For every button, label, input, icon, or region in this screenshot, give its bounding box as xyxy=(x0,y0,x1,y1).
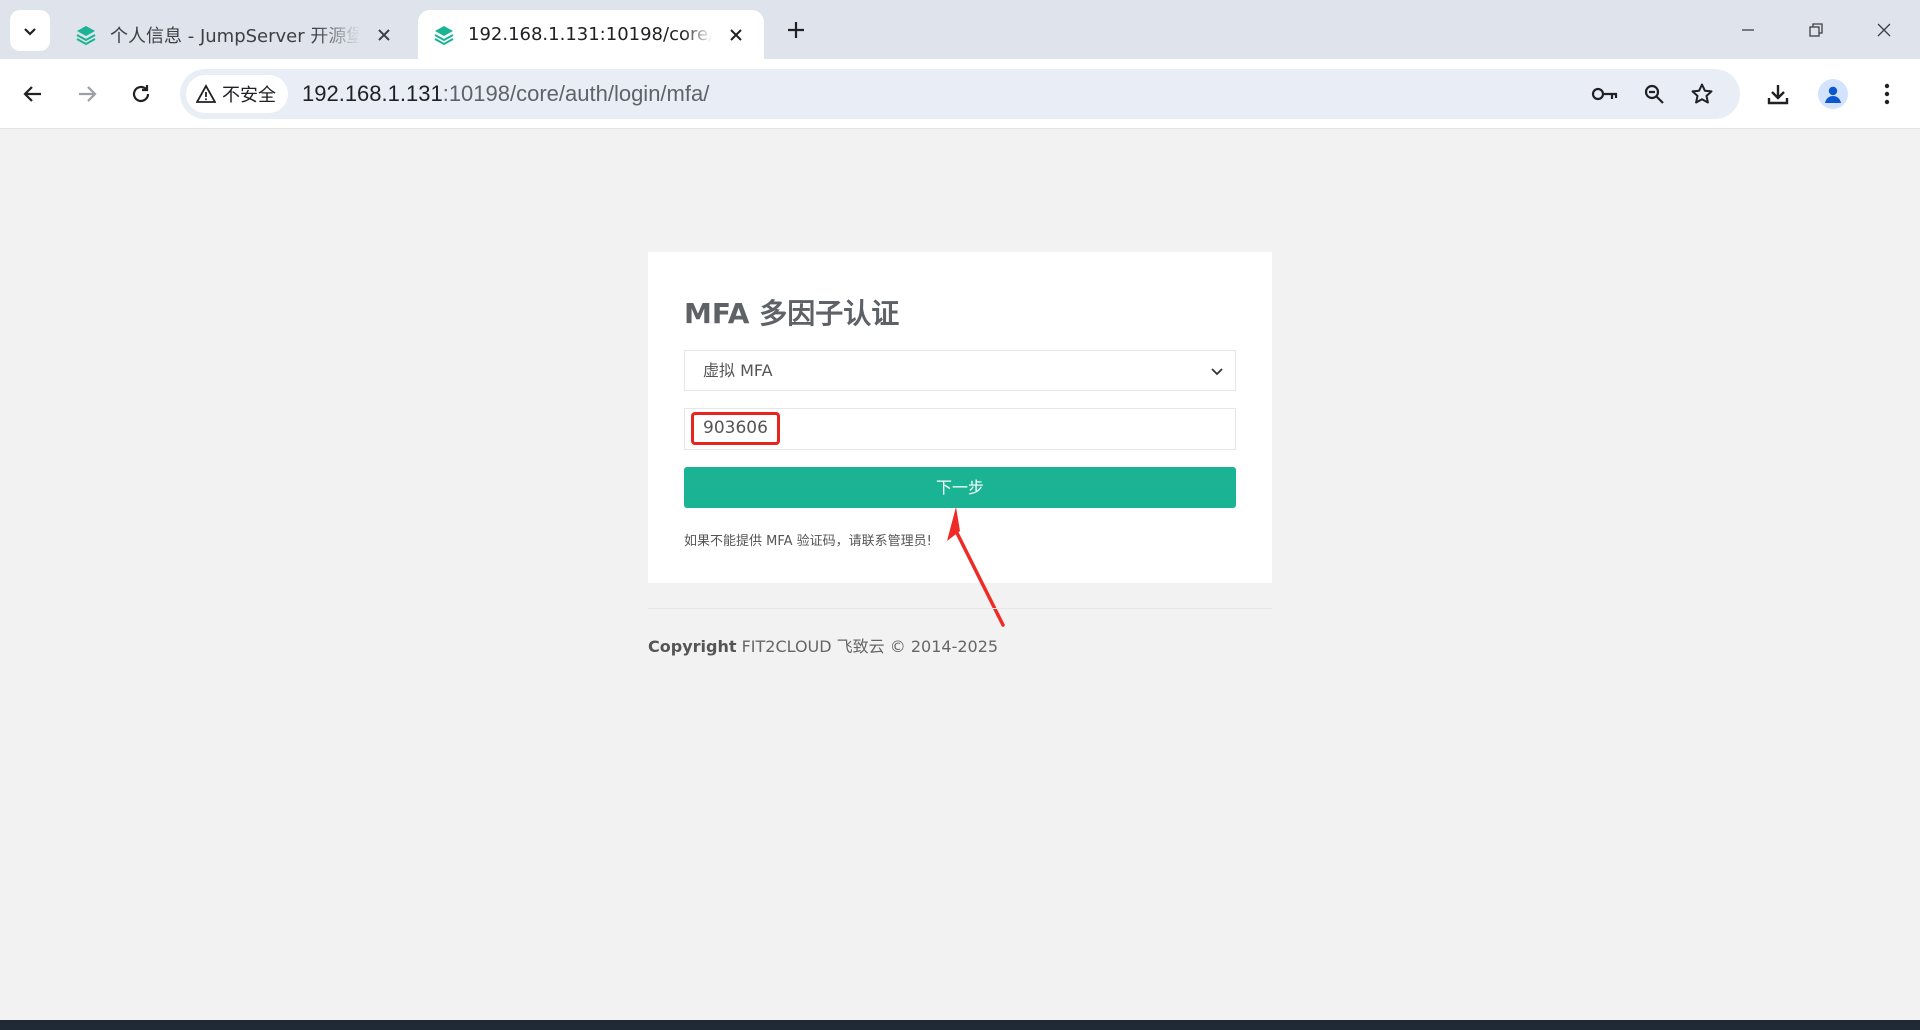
page-title: MFA 多因子认证 xyxy=(684,297,900,330)
more-vert-icon xyxy=(1884,83,1890,105)
mfa-type-select[interactable]: 虚拟 MFA xyxy=(684,350,1236,391)
security-chip[interactable]: 不安全 xyxy=(186,75,288,113)
key-icon xyxy=(1591,87,1618,101)
star-icon xyxy=(1691,83,1713,104)
taskbar xyxy=(0,1020,1920,1030)
zoom-button[interactable] xyxy=(1634,74,1674,114)
back-button[interactable] xyxy=(13,74,53,114)
security-label: 不安全 xyxy=(222,85,276,106)
jumpserver-favicon-icon xyxy=(434,25,454,45)
restore-icon xyxy=(1809,23,1823,37)
mfa-code-input[interactable]: 903606 xyxy=(684,408,1236,450)
reload-button[interactable] xyxy=(121,74,161,114)
user-icon xyxy=(1825,86,1841,103)
zoom-icon xyxy=(1644,84,1664,104)
mfa-code-value: 903606 xyxy=(691,412,780,445)
password-key-button[interactable] xyxy=(1585,74,1625,114)
tab-title: 192.168.1.131:10198/core/auth/login/mfa/ xyxy=(468,24,712,45)
arrow-right-icon xyxy=(79,86,97,102)
annotation-arrow xyxy=(947,507,1005,627)
menu-button[interactable] xyxy=(1867,74,1907,114)
restore-button[interactable] xyxy=(1794,10,1838,50)
address-bar[interactable]: 不安全 192.168.1.131:10198/core/auth/login/… xyxy=(180,69,1740,119)
tab-mfa-login[interactable]: 192.168.1.131:10198/core/auth/login/mfa/ xyxy=(418,10,764,59)
forward-button[interactable] xyxy=(67,74,107,114)
chevron-down-icon xyxy=(1211,368,1223,376)
arrow-left-icon xyxy=(23,86,41,102)
help-text: 如果不能提供 MFA 验证码，请联系管理员! xyxy=(684,534,932,549)
url-path: :10198/core/auth/login/mfa/ xyxy=(442,81,710,106)
mfa-type-selected: 虚拟 MFA xyxy=(703,361,773,380)
close-tab-icon[interactable] xyxy=(368,19,400,51)
new-tab-button[interactable] xyxy=(780,14,812,46)
bookmark-button[interactable] xyxy=(1682,74,1722,114)
url-text[interactable]: 192.168.1.131:10198/core/auth/login/mfa/ xyxy=(302,69,709,119)
copyright-text: Copyright FIT2CLOUD 飞致云 © 2014-2025 xyxy=(648,633,998,657)
tab-search-button[interactable] xyxy=(10,10,50,51)
footer-divider xyxy=(648,608,1272,609)
jumpserver-favicon-icon xyxy=(76,25,96,45)
close-icon xyxy=(1877,23,1891,37)
warning-icon xyxy=(196,84,216,103)
minimize-button[interactable] xyxy=(1726,10,1770,50)
copyright-owner: FIT2CLOUD 飞致云 © 2014-2025 xyxy=(736,637,999,656)
close-window-button[interactable] xyxy=(1862,10,1906,50)
close-tab-icon[interactable] xyxy=(720,19,752,51)
download-icon xyxy=(1767,85,1789,105)
chevron-down-icon xyxy=(24,27,36,36)
minimize-icon xyxy=(1742,29,1754,31)
browser-toolbar: 不安全 192.168.1.131:10198/core/auth/login/… xyxy=(0,59,1920,129)
profile-button[interactable] xyxy=(1813,74,1853,114)
avatar xyxy=(1818,79,1848,109)
downloads-button[interactable] xyxy=(1758,74,1798,114)
copyright-label: Copyright xyxy=(648,637,737,656)
tab-strip: 个人信息 - JumpServer 开源堡垒机 192.168.1.131:10… xyxy=(0,0,1920,59)
reload-icon xyxy=(132,85,150,103)
plus-icon xyxy=(788,22,804,38)
tab-profile[interactable]: 个人信息 - JumpServer 开源堡垒机 xyxy=(60,10,412,59)
tab-title: 个人信息 - JumpServer 开源堡垒机 xyxy=(110,25,360,47)
url-host: 192.168.1.131 xyxy=(302,81,443,106)
